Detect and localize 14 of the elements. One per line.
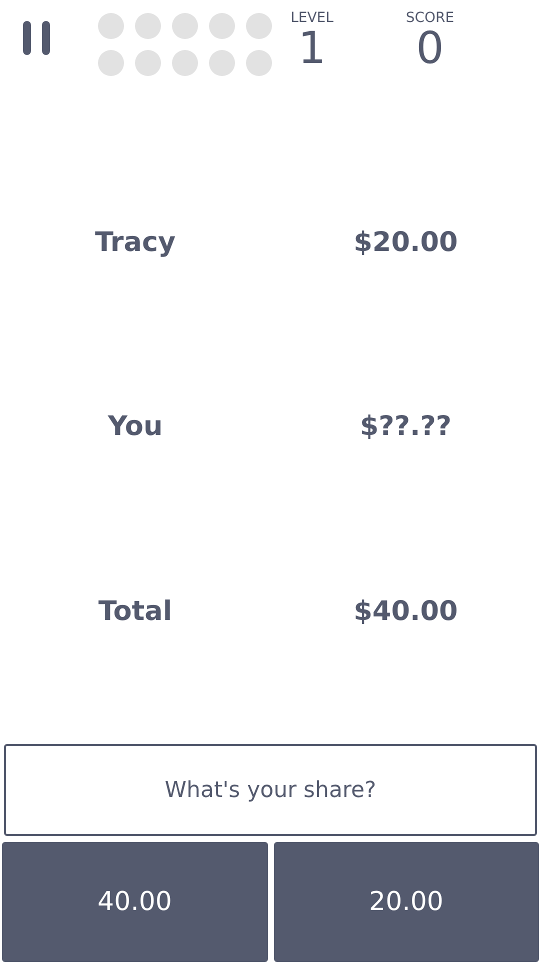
- person-name: Tracy: [94, 226, 176, 258]
- score-label: SCORE: [406, 10, 454, 26]
- pause-icon[interactable]: [22, 20, 52, 56]
- question-box: What's your share?: [4, 744, 537, 836]
- answer-button[interactable]: 40.00: [2, 842, 268, 962]
- person-name: Total: [98, 596, 172, 628]
- level-label: LEVEL: [290, 10, 334, 26]
- amount: $40.00: [354, 596, 458, 628]
- level-value: 1: [298, 26, 326, 72]
- answer-button[interactable]: 20.00: [274, 842, 539, 962]
- amount: $??.??: [360, 411, 452, 442]
- amount: $20.00: [354, 226, 458, 258]
- score-value: 0: [416, 26, 444, 72]
- person-name: You: [108, 411, 163, 442]
